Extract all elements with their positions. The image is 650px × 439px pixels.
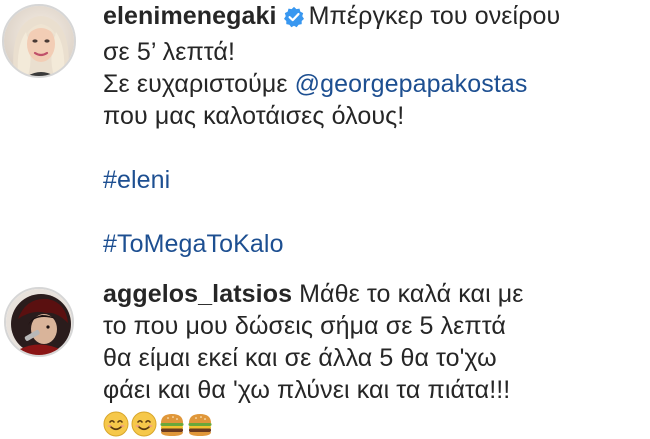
comment-line-3: θα είμαι εκεί και σε άλλα 5 θα το'χω bbox=[103, 344, 497, 372]
comment-first-line: Μάθε το καλά και με bbox=[299, 280, 524, 308]
caption-line-1: elenimenegaki Μπέργκερ του ονείρου bbox=[103, 0, 560, 36]
profile-photo-avatar bbox=[4, 6, 74, 76]
comment-emoji-row bbox=[103, 408, 524, 439]
thanks-text: Σε ευχαριστούμε bbox=[103, 70, 295, 98]
verified-badge-icon bbox=[283, 4, 305, 36]
comment-line-2: το που μου δώσεις σήμα σε 5 λεπτά bbox=[103, 312, 506, 340]
mention-link[interactable]: @georgepapakostas bbox=[295, 70, 528, 98]
hamburger-icon bbox=[159, 411, 185, 439]
commenter-avatar[interactable] bbox=[4, 287, 74, 357]
caption-text: elenimenegaki Μπέργκερ του ονείρου σε 5’ … bbox=[103, 0, 560, 260]
hamburger-icon bbox=[187, 411, 213, 439]
comment-line-1: aggelos_latsios Μάθε το καλά και με bbox=[103, 278, 524, 310]
caption-first-line: Μπέργκερ του ονείρου bbox=[308, 2, 561, 30]
profile-photo-avatar bbox=[6, 289, 72, 355]
smiling-face-icon bbox=[103, 411, 129, 439]
post-caption: elenimenegaki Μπέργκερ του ονείρου σε 5’ … bbox=[0, 0, 650, 260]
caption-line-2: σε 5’ λεπτά! bbox=[103, 38, 236, 66]
comment-item: aggelos_latsios Μάθε το καλά και με το π… bbox=[0, 275, 650, 439]
caption-line-4: που μας καλοτάισες όλους! bbox=[103, 102, 405, 130]
smiling-face-icon bbox=[131, 411, 157, 439]
hashtag-link-eleni[interactable]: #eleni bbox=[103, 164, 560, 196]
post-username[interactable]: elenimenegaki bbox=[103, 2, 277, 30]
comment-username[interactable]: aggelos_latsios bbox=[103, 280, 292, 308]
comment-text: aggelos_latsios Μάθε το καλά και με το π… bbox=[103, 278, 524, 439]
hashtag-link-tomegatokalo[interactable]: #ToMegaToKalo bbox=[103, 228, 560, 260]
caption-line-3: Σε ευχαριστούμε @georgepapakostas bbox=[103, 68, 560, 100]
post-author-avatar[interactable] bbox=[2, 4, 76, 78]
comment-line-4: φάει και θα 'χω πλύνει και τα πιάτα!!! bbox=[103, 376, 511, 404]
